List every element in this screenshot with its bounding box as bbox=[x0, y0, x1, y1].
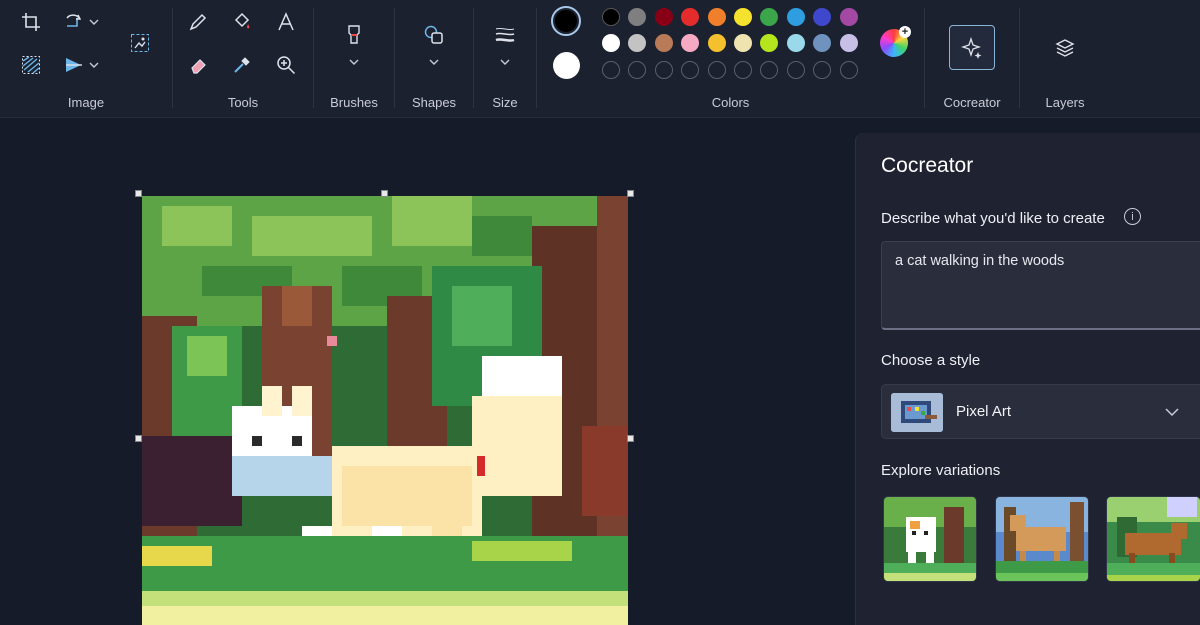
magnifier-icon[interactable] bbox=[271, 50, 301, 80]
color-swatch[interactable] bbox=[602, 8, 620, 26]
chevron-down-icon[interactable] bbox=[349, 57, 359, 67]
variation-thumbnail[interactable] bbox=[883, 496, 977, 582]
brush-icon[interactable] bbox=[339, 20, 369, 50]
text-icon[interactable] bbox=[271, 7, 301, 37]
color-swatch[interactable] bbox=[760, 34, 779, 52]
custom-color-slot[interactable] bbox=[734, 61, 752, 79]
cocreator-group-label: Cocreator bbox=[943, 95, 1001, 110]
size-group-label: Size bbox=[492, 95, 518, 110]
custom-color-slot[interactable] bbox=[760, 61, 779, 79]
cocreator-panel: Cocreator Describe what you'd like to cr… bbox=[855, 133, 1200, 625]
shapes-group-label: Shapes bbox=[411, 95, 457, 110]
brushes-group-label: Brushes bbox=[330, 95, 378, 110]
palette-icon bbox=[891, 393, 943, 432]
tools-group-label: Tools bbox=[227, 95, 259, 110]
color-swatch[interactable] bbox=[681, 34, 700, 52]
color-swatch[interactable] bbox=[602, 34, 620, 52]
chevron-down-icon[interactable] bbox=[89, 60, 99, 70]
brushes-group: Brushes bbox=[314, 0, 394, 118]
color-swatch[interactable] bbox=[786, 8, 805, 26]
stroke-size-icon[interactable] bbox=[490, 20, 520, 50]
custom-color-slot[interactable] bbox=[707, 61, 726, 79]
shapes-icon[interactable] bbox=[419, 20, 449, 50]
pixel-art-cat-in-woods bbox=[142, 196, 628, 625]
color-swatch[interactable] bbox=[707, 8, 726, 26]
custom-color-slot[interactable] bbox=[681, 61, 700, 79]
resize-handle[interactable] bbox=[381, 190, 388, 197]
custom-color-slot[interactable] bbox=[602, 61, 620, 79]
color-swatch[interactable] bbox=[813, 8, 832, 26]
layers-icon[interactable] bbox=[1050, 33, 1080, 63]
size-group: Size bbox=[474, 0, 536, 118]
chevron-down-icon[interactable] bbox=[89, 17, 99, 27]
color-swatch[interactable] bbox=[786, 34, 805, 52]
tools-group: Tools bbox=[173, 0, 313, 118]
custom-color-slot[interactable] bbox=[786, 61, 805, 79]
color-picker-icon[interactable] bbox=[227, 50, 257, 80]
custom-color-slot[interactable] bbox=[813, 61, 832, 79]
color-swatch[interactable] bbox=[813, 34, 832, 52]
style-value: Pixel Art bbox=[956, 403, 1012, 420]
select-all-icon[interactable] bbox=[16, 50, 46, 80]
eraser-icon[interactable] bbox=[183, 50, 213, 80]
info-icon[interactable]: i bbox=[1124, 208, 1141, 225]
color-swatch[interactable] bbox=[839, 8, 858, 26]
layers-group: Layers bbox=[1020, 0, 1110, 118]
pencil-icon[interactable] bbox=[183, 7, 213, 37]
custom-color-slot[interactable] bbox=[654, 61, 673, 79]
layers-group-label: Layers bbox=[1045, 95, 1085, 110]
custom-color-slot[interactable] bbox=[628, 61, 647, 79]
resize-handle[interactable] bbox=[627, 190, 634, 197]
primary-color[interactable] bbox=[551, 6, 581, 36]
canvas-image[interactable] bbox=[142, 196, 628, 625]
custom-color-slot[interactable] bbox=[839, 61, 858, 79]
shapes-group: Shapes bbox=[395, 0, 473, 118]
style-dropdown[interactable]: Pixel Art bbox=[881, 384, 1200, 439]
colors-group: + Colors bbox=[537, 0, 924, 118]
color-swatch[interactable] bbox=[654, 34, 673, 52]
describe-label: Describe what you'd like to create bbox=[881, 210, 1105, 227]
ribbon-toolbar: Image Tools Brushes Shapes Size + Colors… bbox=[0, 0, 1200, 118]
color-swatch[interactable] bbox=[654, 8, 673, 26]
variations-label: Explore variations bbox=[881, 462, 1001, 479]
color-swatch[interactable] bbox=[734, 34, 752, 52]
sparkle-icon bbox=[961, 36, 982, 59]
flip-icon[interactable] bbox=[59, 50, 89, 80]
chevron-down-icon[interactable] bbox=[429, 57, 439, 67]
variation-thumbnail[interactable] bbox=[1106, 496, 1200, 582]
color-swatch[interactable] bbox=[839, 34, 858, 52]
color-swatch[interactable] bbox=[734, 8, 752, 26]
prompt-input[interactable]: a cat walking in the woods bbox=[881, 241, 1200, 330]
variation-thumbnail[interactable] bbox=[995, 496, 1089, 582]
image-group-label: Image bbox=[67, 95, 105, 110]
cocreator-button[interactable] bbox=[949, 25, 995, 70]
secondary-color[interactable] bbox=[553, 52, 580, 79]
resize-handle[interactable] bbox=[135, 190, 142, 197]
color-swatch[interactable] bbox=[628, 8, 647, 26]
chevron-down-icon bbox=[1165, 408, 1179, 417]
remove-background-icon[interactable] bbox=[125, 28, 155, 58]
resize-handle[interactable] bbox=[627, 435, 634, 442]
rotate-icon[interactable] bbox=[59, 7, 89, 37]
color-swatch[interactable] bbox=[681, 8, 700, 26]
panel-title: Cocreator bbox=[881, 154, 974, 177]
crop-icon[interactable] bbox=[16, 7, 46, 37]
color-swatch[interactable] bbox=[707, 34, 726, 52]
edit-colors-icon[interactable]: + bbox=[880, 26, 911, 57]
chevron-down-icon[interactable] bbox=[500, 57, 510, 67]
resize-handle[interactable] bbox=[135, 435, 142, 442]
color-swatch[interactable] bbox=[760, 8, 779, 26]
image-group: Image bbox=[0, 0, 172, 118]
colors-group-label: Colors bbox=[711, 95, 750, 110]
fill-bucket-icon[interactable] bbox=[227, 7, 257, 37]
color-swatch[interactable] bbox=[628, 34, 647, 52]
style-label: Choose a style bbox=[881, 352, 981, 369]
